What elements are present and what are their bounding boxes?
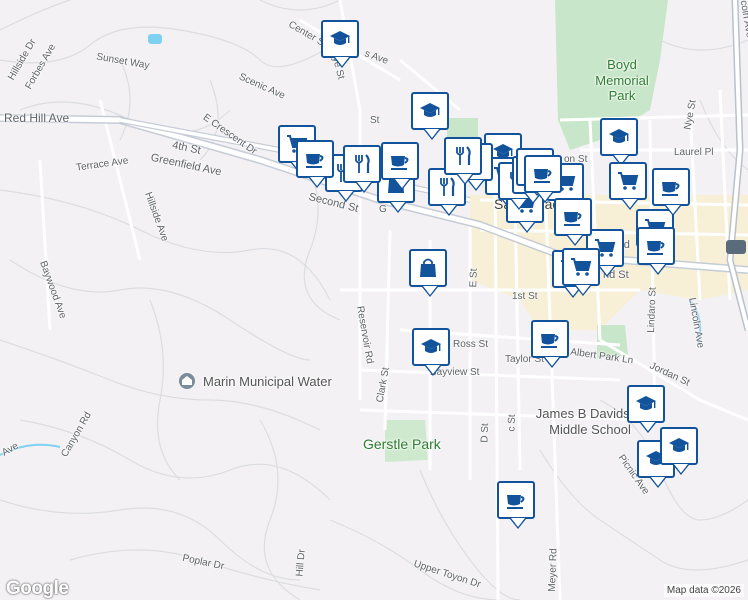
school-icon [420, 336, 442, 358]
cafe-icon [645, 235, 667, 257]
school-marker[interactable] [411, 92, 449, 140]
poi-label: Marin Municipal Water [203, 374, 332, 389]
school-icon [329, 28, 351, 50]
street-label: D St [479, 423, 492, 443]
school-icon [635, 393, 657, 415]
cafe-marker[interactable] [497, 481, 535, 529]
street-label: Laurel Pl [674, 147, 714, 158]
cafe-marker[interactable] [381, 142, 419, 190]
park-label: Gerstle Park [363, 436, 441, 452]
cafe-icon [532, 163, 554, 185]
cafe-marker[interactable] [652, 168, 690, 216]
cafe-marker[interactable] [554, 198, 592, 246]
street-label: Lindaro St [646, 287, 659, 333]
restaurant-icon [351, 153, 373, 175]
street-label: 1st St [512, 291, 538, 302]
cafe-icon [660, 176, 682, 198]
cafe-icon [304, 148, 326, 170]
cafe-icon [389, 150, 411, 172]
cafe-marker[interactable] [637, 227, 675, 275]
cafe-icon [562, 206, 584, 228]
shopping-marker[interactable] [562, 248, 600, 296]
street-label: c St [506, 414, 518, 432]
map-canvas[interactable]: Red Hill Ave 4th St Greenfield Ave E Cre… [0, 0, 748, 600]
shopping-marker[interactable] [609, 162, 647, 210]
store-icon [417, 257, 439, 279]
cafe-marker[interactable] [531, 320, 569, 368]
school-marker[interactable] [412, 328, 450, 376]
school-icon [419, 100, 441, 122]
school-marker[interactable] [600, 118, 638, 166]
restaurant-marker[interactable] [343, 145, 381, 193]
restaurant-marker[interactable] [444, 137, 482, 185]
google-logo: Google [6, 578, 69, 599]
store-marker[interactable] [409, 249, 447, 297]
school-icon [608, 126, 630, 148]
cafe-marker[interactable] [524, 155, 562, 203]
street-label: Meyer Rd [546, 548, 560, 592]
park-label: Boyd Memorial Park [595, 57, 649, 104]
school-marker[interactable] [627, 385, 665, 433]
school-icon [668, 435, 690, 457]
street-label: E St [468, 268, 480, 288]
cafe-marker[interactable] [296, 140, 334, 188]
street-label: St [370, 115, 380, 126]
shopping-icon [617, 170, 639, 192]
restaurant-icon [436, 176, 458, 198]
street-label: Red Hill Ave [4, 111, 70, 125]
cafe-icon [505, 489, 527, 511]
street-label: G [379, 204, 387, 215]
map-copyright: Map data ©2026 [663, 584, 744, 597]
street-label: Ross St [453, 339, 489, 350]
school-marker[interactable] [321, 20, 359, 68]
cafe-icon [539, 328, 561, 350]
shopping-icon [570, 256, 592, 278]
school-marker[interactable] [660, 427, 698, 475]
restaurant-icon [452, 145, 474, 167]
